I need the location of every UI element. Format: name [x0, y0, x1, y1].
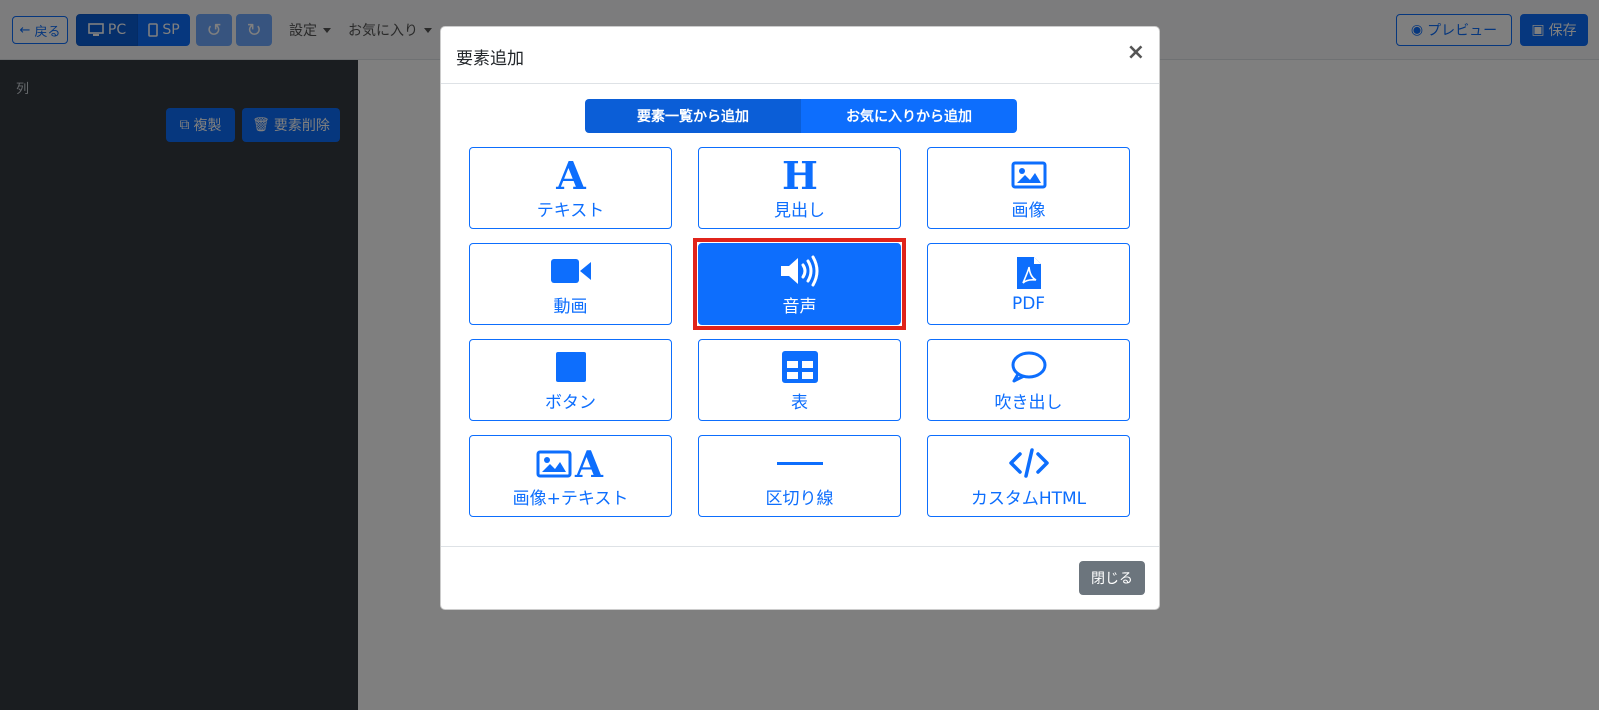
divider-line-icon — [776, 444, 823, 482]
element-tile-speech-bubble[interactable]: 吹き出し — [927, 339, 1130, 421]
element-tile-divider[interactable]: 区切り線 — [698, 435, 901, 517]
modal-header: 要素追加 × — [441, 27, 1159, 84]
modal-footer: 閉じる — [441, 546, 1159, 609]
element-tile-label: 区切り線 — [765, 488, 834, 509]
element-tile-button[interactable]: ボタン — [469, 339, 672, 421]
element-tile-image-text[interactable]: A 画像+テキスト — [469, 435, 672, 517]
element-tile-table[interactable]: 表 — [698, 339, 901, 421]
element-tile-label: カスタムHTML — [970, 488, 1087, 509]
element-tile-audio[interactable]: 音声 — [698, 243, 901, 325]
modal-title: 要素追加 — [456, 49, 524, 69]
add-source-tabs: 要素一覧から追加 お気に入りから追加 — [585, 99, 1017, 133]
element-tile-label: 音声 — [782, 296, 817, 317]
element-tile-video[interactable]: 動画 — [469, 243, 672, 325]
add-element-modal: 要素追加 × 要素一覧から追加 お気に入りから追加 A テキスト H 見出し 画… — [440, 26, 1160, 610]
element-tile-custom-html[interactable]: カスタムHTML — [927, 435, 1130, 517]
button-square-icon — [555, 348, 587, 386]
tab-element-list[interactable]: 要素一覧から追加 — [585, 99, 801, 133]
element-tile-label: ボタン — [545, 392, 596, 413]
video-icon — [550, 252, 591, 290]
element-tile-label: 画像+テキスト — [512, 488, 629, 509]
svg-text:A: A — [574, 446, 604, 480]
close-icon[interactable]: × — [1127, 41, 1145, 65]
element-tile-label: 表 — [791, 392, 808, 413]
element-tile-label: 見出し — [774, 200, 825, 221]
heading-h-icon: H — [782, 156, 818, 194]
speech-bubble-icon — [1010, 348, 1048, 386]
text-a-icon: A — [554, 156, 588, 194]
element-tile-image[interactable]: 画像 — [927, 147, 1130, 229]
element-tile-pdf[interactable]: PDF — [927, 243, 1130, 325]
element-tile-heading[interactable]: H 見出し — [698, 147, 901, 229]
close-button[interactable]: 閉じる — [1079, 561, 1145, 595]
tab-favorites[interactable]: お気に入りから追加 — [801, 99, 1017, 133]
code-icon — [1008, 444, 1050, 482]
element-tile-text[interactable]: A テキスト — [469, 147, 672, 229]
element-grid: A テキスト H 見出し 画像 動画 音声 PDF ボタン 表 吹き出し A 画… — [469, 147, 1131, 517]
element-tile-label: 吹き出し — [994, 392, 1063, 413]
pdf-file-icon — [1015, 254, 1043, 292]
table-icon — [781, 348, 818, 386]
speaker-icon — [779, 252, 821, 290]
element-tile-label: テキスト — [536, 200, 605, 221]
element-tile-label: 画像 — [1011, 200, 1046, 221]
image-icon — [1011, 156, 1047, 194]
svg-text:H: H — [782, 158, 818, 192]
element-tile-label: PDF — [1011, 294, 1046, 314]
image-text-icon: A — [536, 444, 606, 482]
element-tile-label: 動画 — [553, 296, 588, 317]
svg-text:A: A — [555, 158, 586, 192]
